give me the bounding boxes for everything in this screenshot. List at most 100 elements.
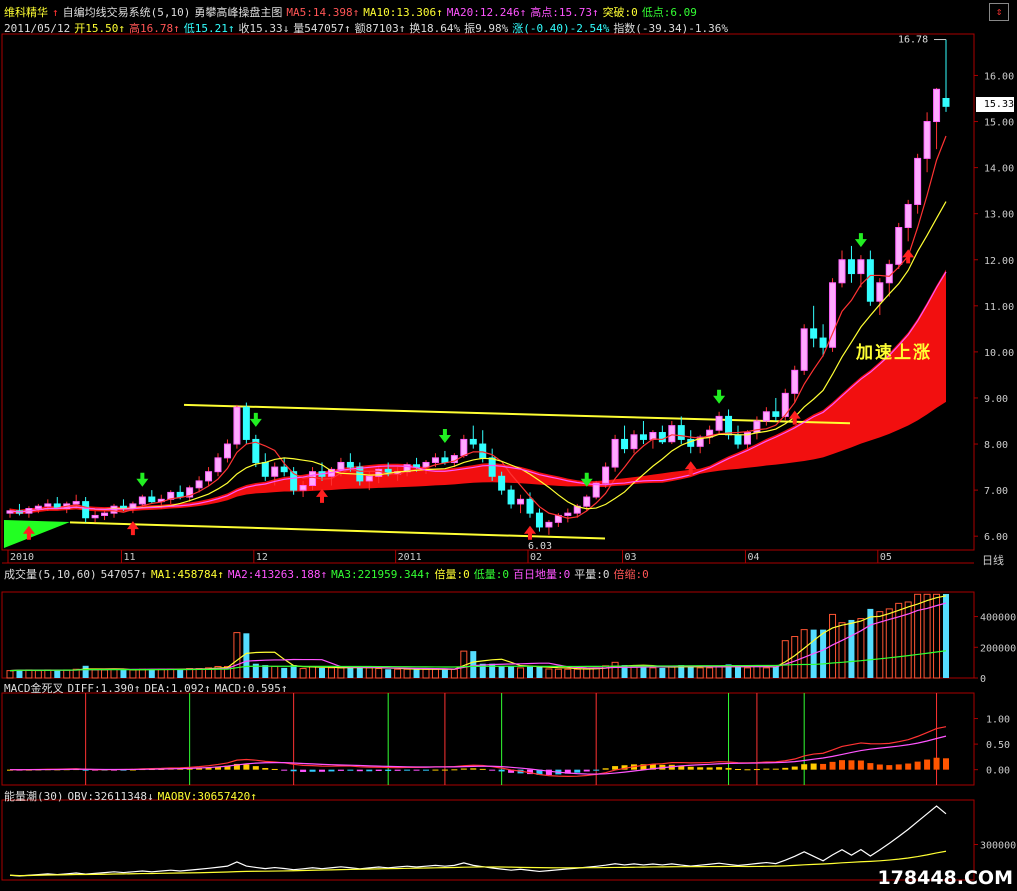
date-tick-label-5: 03	[625, 552, 637, 563]
macd-hist-bar	[394, 769, 401, 771]
candle-body	[800, 328, 808, 371]
last-price-badge: 15.33	[976, 97, 1014, 112]
candle-body	[725, 415, 733, 436]
volume-bar	[101, 669, 109, 679]
candle-body	[564, 512, 572, 516]
macd-hist-bar	[753, 769, 760, 771]
candle-body	[847, 259, 855, 275]
chart-canvas: 16.78 6.03 6.00 7.00 8.00 9.00 10.00 11.00 12.0…	[1, 33, 1016, 881]
volume-bar	[120, 669, 127, 678]
price-header-item-8: 突破:0	[602, 6, 638, 19]
volume-bar	[545, 668, 553, 679]
volume-bar	[441, 669, 448, 678]
macd-hist-bar	[810, 763, 817, 770]
macd-hist-bar	[281, 769, 288, 771]
macd-hist-bar	[687, 766, 694, 770]
candle-body	[517, 498, 525, 505]
candle-body	[914, 157, 922, 205]
candle-body	[715, 415, 723, 431]
macd-hist-bar	[924, 759, 931, 770]
price-tick-label-6: 12.00	[984, 256, 1014, 267]
macd-hist-bar	[886, 765, 893, 770]
volume-bar	[262, 665, 269, 678]
date-tick-label-2: 12	[256, 552, 268, 563]
candle-body	[309, 471, 317, 486]
volume-bar	[743, 667, 751, 679]
volume-header-item-1: 547057↑	[100, 568, 147, 581]
quote-header-item-8: 振9.98%	[464, 22, 509, 35]
candle-body	[658, 432, 666, 443]
quote-header-item-5: 量547057↑	[293, 22, 351, 35]
candle-body	[195, 480, 203, 489]
scroll-arrow-icon[interactable]: ⇕	[989, 3, 1009, 21]
candle-body	[469, 438, 477, 445]
candle-body	[857, 259, 865, 275]
obv-line	[9, 805, 947, 877]
macd-hist-bar	[252, 766, 259, 770]
period-label[interactable]: 日线	[982, 552, 1004, 568]
candle-body	[866, 259, 874, 302]
volume-bar	[375, 668, 383, 679]
macd-hist-bar	[479, 768, 486, 770]
volume-bar	[25, 669, 33, 679]
volume-bar	[706, 667, 714, 679]
volume-bar	[34, 670, 42, 679]
volume-bar	[820, 629, 827, 678]
volume-bar	[527, 665, 533, 678]
candle-body	[791, 369, 799, 394]
price-header-item-1: ↑	[52, 6, 59, 19]
candle-body	[337, 461, 345, 470]
macd-hist-bar	[356, 769, 363, 772]
macd-hist-bar	[735, 768, 741, 770]
volume-bar	[129, 669, 137, 679]
volume-bar	[781, 640, 789, 679]
volume-bar	[138, 668, 146, 679]
price-header-item-4: MA5:14.398↑	[286, 6, 360, 19]
candle-body	[677, 425, 685, 440]
volume-bar	[309, 665, 317, 679]
macd-hist-bar	[857, 760, 864, 770]
volume-bar	[450, 668, 458, 679]
obv-chart	[9, 805, 947, 877]
quote-header-item-6: 额87103↑	[354, 22, 406, 35]
volume-bar	[281, 667, 288, 678]
annotation-text: 加速上涨	[856, 343, 932, 363]
macd-hist-bar	[309, 769, 316, 772]
price-header-item-5: MA10:13.306↑	[363, 6, 443, 19]
macd-hist-bar	[933, 757, 940, 770]
price-header-item-9: 低点:6.09	[641, 6, 697, 19]
macd-chart	[7, 693, 949, 785]
price-header-item-0: 维科精华	[4, 6, 48, 19]
candle-body	[441, 457, 449, 463]
volume-header-item-0: 成交量(5,10,60)	[4, 568, 97, 581]
candle-body	[346, 461, 354, 468]
price-tick-label-5: 11.00	[984, 302, 1014, 313]
volume-bar	[63, 669, 71, 679]
candle-body	[942, 98, 950, 107]
volume-header-item-4: MA3:221959.344↑	[331, 568, 431, 581]
buy-arrow-icon	[316, 488, 328, 503]
macd-hist-bar	[404, 769, 411, 771]
price-header-item-7: 高点:15.73↑	[530, 6, 599, 19]
macd-hist-bar	[337, 769, 344, 771]
macd-hist-bar	[375, 769, 382, 771]
candle-body	[365, 475, 373, 482]
volume-bar	[157, 668, 165, 679]
candle-body	[639, 434, 647, 440]
quote-header-item-1: 开15.50↑	[74, 22, 125, 35]
candle-body	[205, 471, 213, 482]
candle-body	[431, 457, 439, 463]
candle-body	[810, 328, 818, 339]
candle-body	[34, 505, 42, 510]
macd-hist-bar	[725, 767, 732, 770]
macd-header-line: MACD金死叉 DIFF:1.390↑ DEA:1.092↑ MACD:0.595↑	[4, 680, 291, 696]
macd-tick-label-1: 0.50	[986, 740, 1010, 751]
macd-hist-bar	[772, 768, 779, 770]
candle-body	[223, 443, 231, 459]
volume-bar	[838, 622, 846, 679]
volume-bar	[110, 668, 118, 679]
vol-tick-label-1: 200000	[980, 643, 1016, 654]
volume-bar	[943, 593, 949, 678]
volume-bar	[431, 668, 439, 679]
macd-hist-bar	[593, 769, 600, 771]
